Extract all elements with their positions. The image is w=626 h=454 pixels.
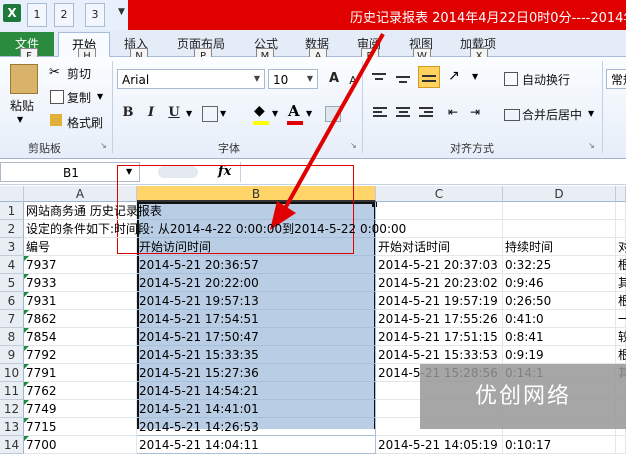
row-header[interactable]: 14	[0, 436, 24, 454]
cell-a2[interactable]: 设定的条件如下:时间段: 从2014-4-22 0:00:00到2014-5-2…	[24, 220, 406, 238]
cell-d14[interactable]: 0:10:17	[503, 436, 616, 454]
watermark: 优创网络	[420, 364, 626, 429]
cell-e14[interactable]	[616, 436, 626, 454]
cell-c14[interactable]: 2014-5-21 14:05:19	[376, 436, 503, 454]
cell-a1[interactable]: 网站商务通 历史记录报表	[24, 202, 162, 220]
error-indicator-icon	[24, 436, 29, 441]
cell-b14[interactable]: 2014-5-21 14:04:11	[137, 436, 376, 454]
watermark-text: 优创网络	[474, 384, 571, 409]
cell-a14[interactable]: 7700	[24, 436, 137, 454]
